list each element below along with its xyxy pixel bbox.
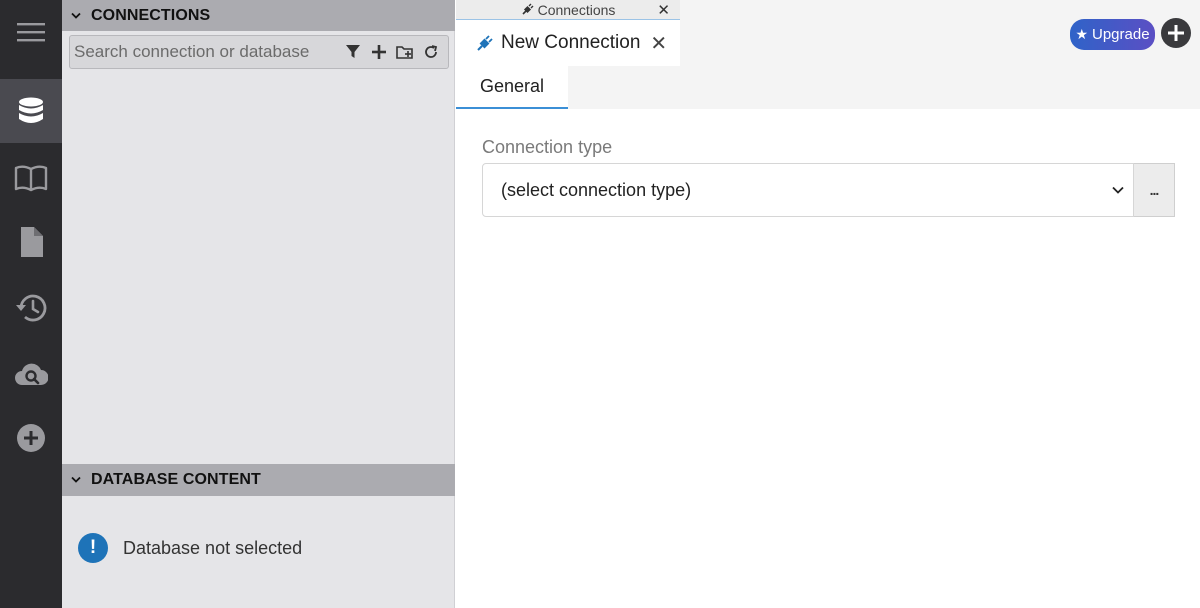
add-icon: [372, 45, 386, 59]
connections-title: CONNECTIONS: [91, 6, 211, 24]
plus-icon: [1168, 25, 1184, 41]
add-folder-icon: [396, 45, 413, 59]
connections-header[interactable]: CONNECTIONS: [62, 0, 455, 31]
database-empty-message: Database not selected: [123, 537, 303, 558]
filter-button[interactable]: [342, 41, 364, 63]
add-button[interactable]: [0, 406, 62, 470]
activity-bar: [0, 0, 62, 608]
tab-connections-label: Connections: [537, 1, 616, 18]
add-connection-button[interactable]: [368, 41, 390, 63]
hamburger-menu-icon: [17, 23, 45, 42]
tab-new-connection-label: New Connection: [501, 32, 641, 53]
info-icon: !: [78, 533, 108, 563]
chevron-down-icon: [1103, 186, 1133, 194]
tab-connections[interactable]: Connections ✕: [456, 0, 680, 20]
book-button[interactable]: [0, 146, 62, 210]
search-input[interactable]: [70, 36, 342, 68]
file-icon: [21, 227, 43, 257]
upgrade-button[interactable]: ★ Upgrade: [1070, 19, 1155, 50]
search-actions: [342, 41, 448, 63]
connections-panel: CONNECTIONS Search connection or databas…: [62, 0, 455, 608]
menu-button[interactable]: [0, 0, 62, 64]
refresh-button[interactable]: [420, 41, 442, 63]
database-content-title: DATABASE CONTENT: [91, 471, 261, 488]
cloud-search-button[interactable]: [0, 342, 62, 406]
refresh-icon: [425, 45, 438, 58]
connection-type-select[interactable]: (select connection type): [482, 163, 1134, 217]
database-button[interactable]: [0, 79, 62, 143]
filter-icon: [346, 45, 360, 58]
star-icon: ★: [1075, 26, 1088, 42]
plus-circle-icon: [17, 424, 45, 452]
cloud-search-icon: [15, 363, 48, 385]
connection-type-more-button[interactable]: ...: [1134, 163, 1175, 217]
connection-type-label: Connection type: [482, 137, 613, 157]
database-content-header[interactable]: DATABASE CONTENT: [62, 464, 455, 496]
main-area: Connections ✕ New Connection ✕ General ★…: [456, 0, 1200, 608]
add-folder-button[interactable]: [394, 41, 416, 63]
database-icon: [19, 97, 43, 123]
new-button[interactable]: [1161, 18, 1191, 48]
tab-connections-close-icon[interactable]: ✕: [657, 1, 670, 19]
upgrade-label: Upgrade: [1092, 26, 1150, 43]
connection-type-value: (select connection type): [501, 179, 692, 200]
history-button[interactable]: [0, 276, 62, 340]
subtab-general[interactable]: General: [456, 66, 568, 109]
tab-new-connection-close-icon[interactable]: ✕: [650, 33, 667, 53]
tab-new-connection[interactable]: New Connection ✕: [456, 20, 680, 66]
book-icon: [14, 165, 48, 192]
history-icon: [16, 294, 47, 322]
file-button[interactable]: [0, 210, 62, 274]
database-empty-state: ! Database not selected: [78, 533, 302, 563]
chevron-down-icon: [71, 12, 89, 20]
plug-icon: [476, 34, 493, 52]
plug-icon: [521, 3, 534, 16]
app-window: CONNECTIONS Search connection or databas…: [0, 0, 1200, 608]
search-box: [69, 35, 449, 69]
chevron-down-icon: [71, 476, 89, 484]
